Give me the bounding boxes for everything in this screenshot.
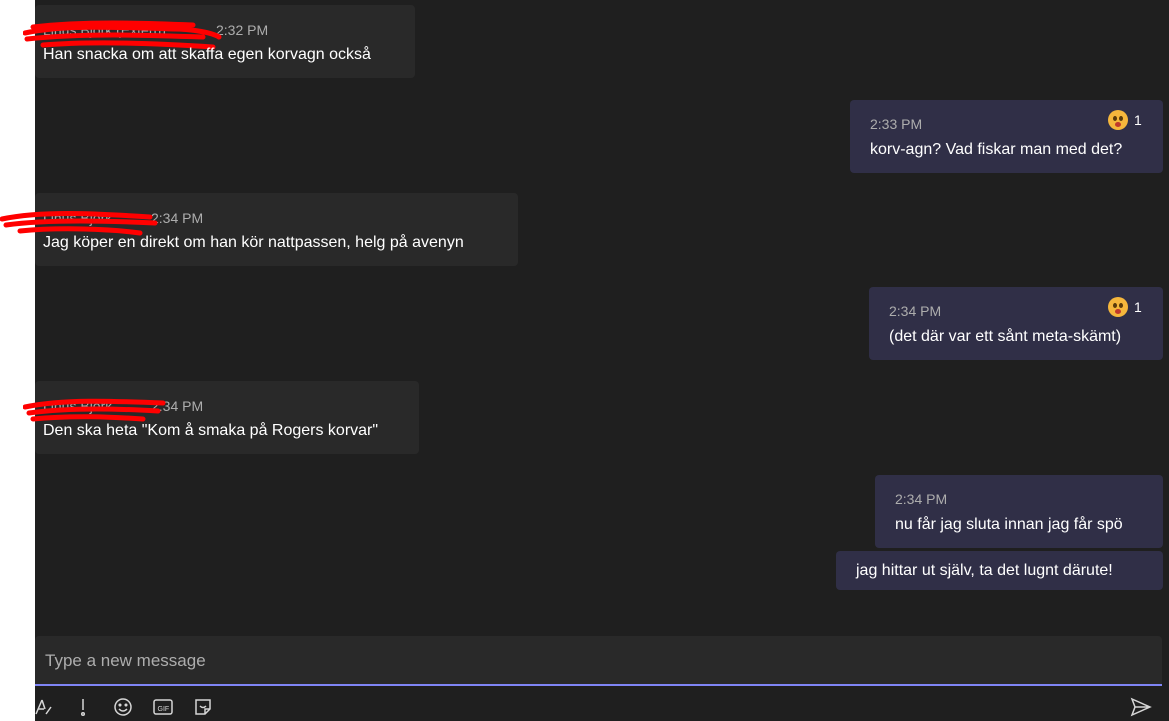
important-icon[interactable] — [72, 696, 94, 718]
message-text: jag hittar ut själv, ta det lugnt därute… — [856, 562, 1113, 579]
message-incoming[interactable]: Linus Björk (Extern) 2:32 PM Han snacka … — [23, 5, 415, 78]
message-input[interactable] — [43, 636, 1147, 686]
message-time: 2:32 PM — [216, 22, 269, 38]
message-outgoing[interactable]: 2:33 PM 1 korv-agn? Vad fiskar man med d… — [850, 100, 1163, 173]
gif-icon[interactable]: GIF — [152, 696, 174, 718]
reaction-count: 1 — [1134, 299, 1142, 315]
message-text: Jag köper en direkt om han kör nattpasse… — [43, 234, 464, 251]
reaction-badge[interactable]: 1 — [1108, 110, 1142, 130]
message-composer[interactable] — [35, 636, 1162, 686]
message-time: 2:34 PM — [889, 303, 942, 319]
message-time: 2:34 PM — [895, 491, 948, 507]
send-icon[interactable] — [1130, 696, 1152, 718]
message-time: 2:33 PM — [870, 116, 923, 132]
surprised-emoji-icon — [1108, 110, 1128, 130]
format-icon[interactable] — [32, 696, 54, 718]
chat-thread: Linus Björk (Extern) 2:32 PM Han snacka … — [0, 0, 1169, 632]
message-text: Den ska heta "Kom å smaka på Rogers korv… — [43, 422, 379, 439]
message-text: Han snacka om att skaffa egen korvagn oc… — [43, 46, 371, 63]
message-text: nu får jag sluta innan jag får spö — [895, 516, 1123, 533]
message-outgoing[interactable]: 2:34 PM 1 (det där var ett sånt meta-skä… — [869, 287, 1163, 360]
emoji-icon[interactable] — [112, 696, 134, 718]
svg-text:GIF: GIF — [158, 706, 170, 713]
reaction-badge[interactable]: 1 — [1108, 297, 1142, 317]
message-text: korv-agn? Vad fiskar man med det? — [870, 141, 1123, 158]
message-text: (det där var ett sånt meta-skämt) — [889, 328, 1122, 345]
message-outgoing[interactable]: jag hittar ut själv, ta det lugnt därute… — [836, 551, 1163, 590]
message-outgoing[interactable]: 2:34 PM nu får jag sluta innan jag får s… — [875, 475, 1163, 548]
reaction-count: 1 — [1134, 112, 1142, 128]
message-incoming[interactable]: Linus Björk 2:34 PM Den ska heta "Kom å … — [23, 381, 419, 454]
left-panel-edge — [0, 0, 35, 721]
composer-toolbar: GIF — [0, 696, 1169, 721]
surprised-emoji-icon — [1108, 297, 1128, 317]
sticker-icon[interactable] — [192, 696, 214, 718]
message-incoming[interactable]: Linus Björk 2:34 PM Jag köper en direkt … — [0, 193, 518, 266]
